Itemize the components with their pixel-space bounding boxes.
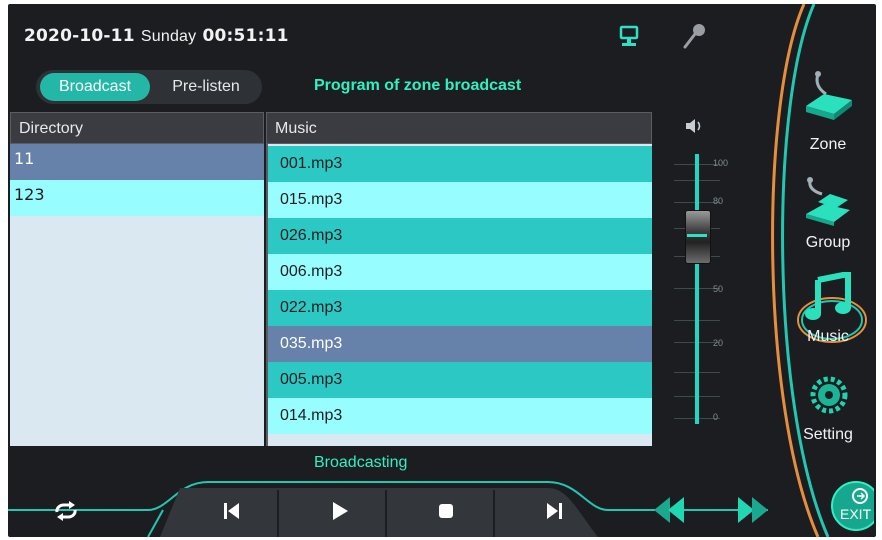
status-text: Broadcasting bbox=[314, 454, 408, 471]
group-icon bbox=[806, 177, 850, 226]
app-screen: 2020-10-11 Sunday 00:51:11 Broadcast Pre… bbox=[8, 4, 876, 537]
directory-item[interactable]: 11 bbox=[10, 144, 264, 180]
volume-slider-handle[interactable] bbox=[685, 210, 711, 264]
exit-icon bbox=[831, 481, 876, 531]
music-item[interactable]: 001.mp3 bbox=[268, 146, 652, 182]
nav-zone[interactable]: Zone bbox=[790, 70, 866, 160]
zone-icon bbox=[806, 71, 852, 120]
nav-music-label: Music bbox=[807, 328, 849, 345]
page-back-icon[interactable] bbox=[648, 494, 688, 526]
music-item[interactable]: 022.mp3 bbox=[268, 290, 652, 326]
directory-column-header: Directory bbox=[10, 112, 264, 144]
program-title: Program of zone broadcast bbox=[314, 77, 522, 94]
volume-scale-label: 80 bbox=[713, 196, 724, 206]
gear-icon bbox=[810, 376, 848, 414]
tab-broadcast[interactable]: Broadcast bbox=[40, 73, 150, 101]
weekday-text: Sunday bbox=[140, 28, 197, 45]
volume-scale-label: 0 bbox=[713, 412, 719, 422]
play-button[interactable] bbox=[290, 488, 390, 536]
directory-item[interactable]: 123 bbox=[10, 180, 264, 216]
nav-setting[interactable]: Setting bbox=[790, 376, 866, 456]
music-column-header: Music bbox=[266, 112, 652, 144]
repeat-button[interactable] bbox=[14, 488, 114, 536]
microphone-icon[interactable] bbox=[680, 22, 708, 50]
network-icon[interactable] bbox=[618, 24, 640, 48]
volume-scale-label: 50 bbox=[713, 284, 724, 294]
music-item[interactable]: 015.mp3 bbox=[268, 182, 652, 218]
speaker-icon[interactable] bbox=[684, 116, 706, 136]
stop-button[interactable] bbox=[396, 488, 496, 536]
tab-pre-listen[interactable]: Pre-listen bbox=[154, 73, 258, 101]
music-item[interactable]: 006.mp3 bbox=[268, 254, 652, 290]
nav-group-label: Group bbox=[805, 234, 851, 251]
volume-handle-marker bbox=[687, 234, 707, 237]
stop-icon bbox=[439, 504, 453, 518]
nav-group[interactable]: Group bbox=[790, 176, 866, 256]
previous-icon bbox=[224, 503, 239, 519]
date-time-display: 2020-10-11 Sunday 00:51:11 bbox=[24, 26, 289, 46]
repeat-icon bbox=[55, 501, 77, 521]
previous-button[interactable] bbox=[182, 488, 282, 536]
next-button[interactable] bbox=[504, 488, 604, 536]
nav-setting-label: Setting bbox=[803, 426, 853, 443]
volume-slider-track[interactable] bbox=[695, 154, 699, 424]
page-forward-icon[interactable] bbox=[734, 494, 774, 526]
nav-music[interactable]: Music bbox=[790, 272, 867, 352]
exit-button[interactable]: EXIT bbox=[828, 476, 876, 532]
exit-label: EXIT bbox=[840, 506, 872, 522]
time-text: 00:51:11 bbox=[202, 26, 289, 46]
mode-tabs: Broadcast Pre-listen bbox=[36, 70, 262, 104]
music-item[interactable]: 026.mp3 bbox=[268, 218, 652, 254]
next-icon bbox=[547, 503, 562, 519]
music-item[interactable]: 014.mp3 bbox=[268, 398, 652, 434]
date-text: 2020-10-11 bbox=[24, 26, 135, 46]
music-note-icon bbox=[805, 272, 851, 320]
volume-scale-label: 100 bbox=[713, 158, 729, 168]
music-list: Music 001.mp3 015.mp3 026.mp3 006.mp3 02… bbox=[266, 112, 652, 446]
directory-list: Directory 11 123 bbox=[10, 112, 264, 446]
nav-zone-label: Zone bbox=[809, 136, 847, 153]
music-item[interactable]: 005.mp3 bbox=[268, 362, 652, 398]
music-item[interactable]: 035.mp3 bbox=[268, 326, 652, 362]
volume-scale-label: 20 bbox=[713, 338, 724, 348]
play-icon bbox=[333, 502, 348, 520]
